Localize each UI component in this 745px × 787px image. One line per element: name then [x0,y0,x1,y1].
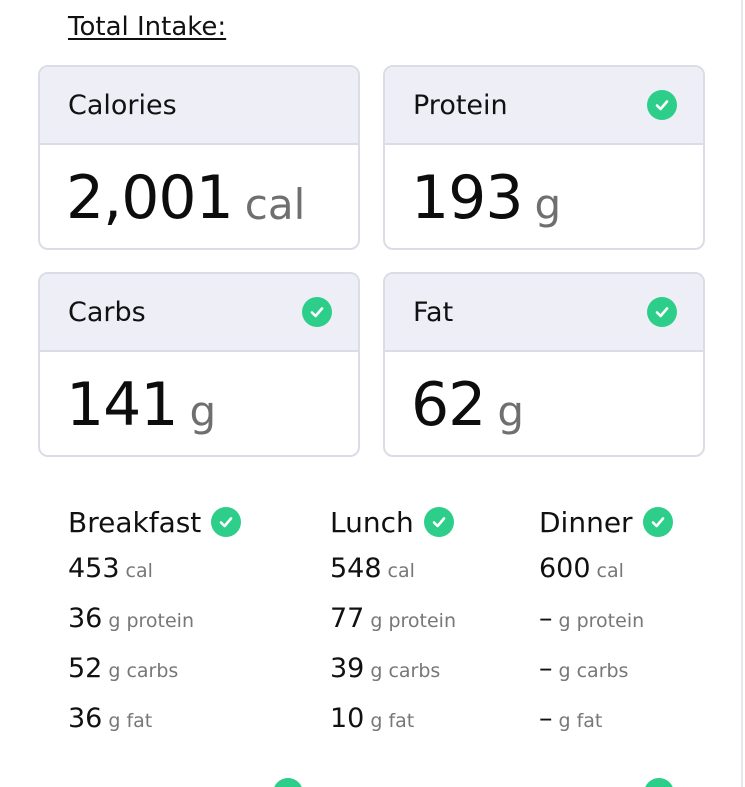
breakfast-header: Breakfast [68,503,242,541]
breakfast-carbs-value: 52 [68,653,103,684]
lunch-carbs-row: 39 g carbs [330,644,456,694]
check-circle-icon [644,778,674,787]
calories-card-body: 2,001 cal [40,145,358,248]
lunch-header: Lunch [330,503,456,541]
check-circle-icon [211,507,242,537]
breakfast-fat-value: 36 [68,703,103,734]
lunch-stats: 548 cal 77 g protein 39 g carbs 10 g fat [330,544,456,744]
check-circle-icon [642,507,673,537]
lunch-column: Lunch 548 cal 77 g protein 39 g carbs 10… [330,503,456,744]
calories-card-header: Calories [40,67,358,145]
lunch-protein-value: 77 [330,603,365,634]
next-section-cutoff [68,770,708,787]
check-circle-icon [423,507,454,537]
protein-card-header: Protein [385,67,703,145]
dinner-carbs-row: – g carbs [539,644,673,694]
dinner-calories-value: 600 [539,553,591,584]
lunch-protein-unit: g protein [370,610,456,632]
calories-value: 2,001 [66,162,234,233]
breakfast-calories-value: 453 [68,553,120,584]
dinner-fat-unit: g fat [558,710,603,732]
meals-breakdown: Breakfast 453 cal 36 g protein 52 g carb… [68,503,708,743]
dinner-carbs-unit: g carbs [558,660,629,682]
check-circle-icon [647,90,677,120]
total-intake-title: Total Intake: [68,12,227,42]
lunch-carbs-value: 39 [330,653,365,684]
calories-label: Calories [68,89,177,121]
dinner-calories-unit: cal [596,560,624,582]
dinner-header: Dinner [539,503,673,541]
lunch-calories-unit: cal [387,560,415,582]
scrollbar-edge [741,0,743,787]
page: Total Intake: Calories 2,001 cal Protein… [0,0,745,787]
carbs-label: Carbs [68,296,146,328]
carbs-card-header: Carbs [40,274,358,352]
check-circle-icon [302,297,332,327]
breakfast-calories-row: 453 cal [68,544,241,594]
lunch-calories-row: 548 cal [330,544,456,594]
macro-cards-grid: Calories 2,001 cal Protein 193 g Carbs 1… [38,65,706,457]
protein-value: 193 [411,162,524,233]
check-circle-icon [273,778,303,787]
fat-card-header: Fat [385,274,703,352]
fat-card: Fat 62 g [383,272,705,457]
breakfast-title: Breakfast [68,505,202,539]
protein-card-body: 193 g [385,145,703,248]
breakfast-protein-value: 36 [68,603,103,634]
dinner-protein-row: – g protein [539,594,673,644]
protein-card: Protein 193 g [383,65,705,250]
dinner-stats: 600 cal – g protein – g carbs – g fat [539,544,673,744]
dinner-protein-unit: g protein [558,610,645,632]
calories-card: Calories 2,001 cal [38,65,360,250]
breakfast-column: Breakfast 453 cal 36 g protein 52 g carb… [68,503,242,744]
breakfast-carbs-row: 52 g carbs [68,644,241,694]
dinner-fat-row: – g fat [539,694,673,744]
protein-unit: g [534,180,562,229]
lunch-title: Lunch [330,505,414,539]
dinner-title: Dinner [539,505,633,539]
breakfast-carbs-unit: g carbs [108,660,179,682]
carbs-unit: g [189,387,217,436]
breakfast-calories-unit: cal [125,560,153,582]
carbs-card-body: 141 g [40,352,358,455]
lunch-fat-unit: g fat [370,710,415,732]
lunch-fat-row: 10 g fat [330,694,456,744]
breakfast-fat-row: 36 g fat [68,694,241,744]
carbs-card: Carbs 141 g [38,272,360,457]
breakfast-fat-unit: g fat [108,710,153,732]
breakfast-protein-row: 36 g protein [68,594,241,644]
fat-card-body: 62 g [385,352,703,455]
check-circle-icon [647,297,677,327]
dinner-carbs-value: – [539,653,553,684]
fat-value: 62 [411,369,486,440]
protein-label: Protein [413,89,508,121]
lunch-calories-value: 548 [330,553,382,584]
fat-label: Fat [413,296,454,328]
fat-unit: g [497,387,525,436]
dinner-calories-row: 600 cal [539,544,673,594]
breakfast-protein-unit: g protein [108,610,194,632]
calories-unit: cal [244,180,306,229]
lunch-carbs-unit: g carbs [370,660,441,682]
dinner-protein-value: – [539,603,553,634]
breakfast-stats: 453 cal 36 g protein 52 g carbs 36 g fat [68,544,241,744]
carbs-value: 141 [66,369,179,440]
lunch-fat-value: 10 [330,703,365,734]
dinner-column: Dinner 600 cal – g protein – g carbs – g… [539,503,673,744]
dinner-fat-value: – [539,703,553,734]
lunch-protein-row: 77 g protein [330,594,456,644]
